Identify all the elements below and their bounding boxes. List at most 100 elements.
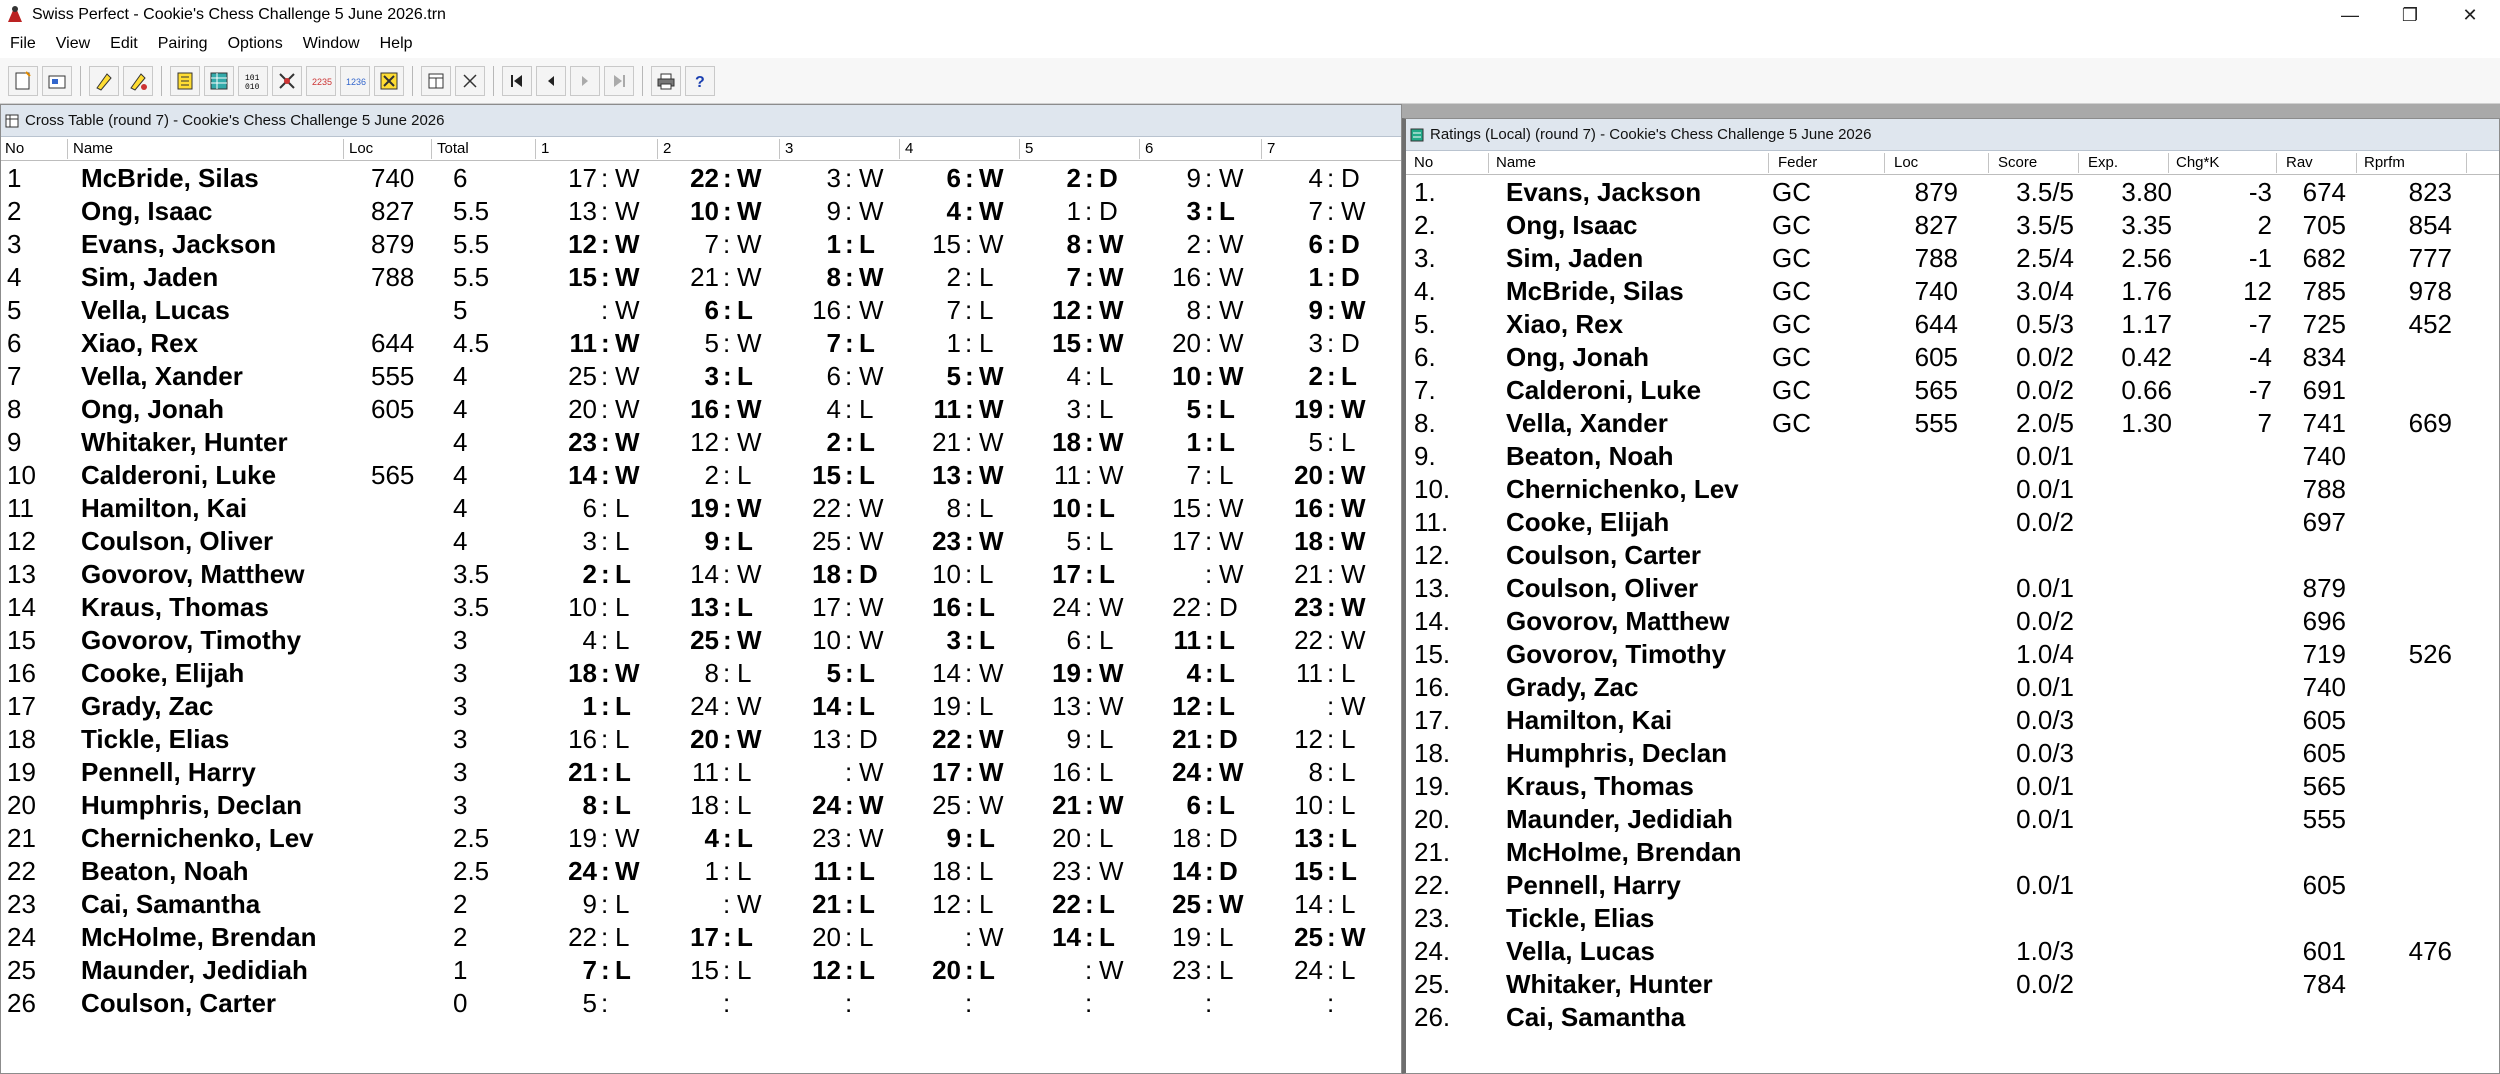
table-row[interactable]: 10 Calderoni, Luke 565 4 14: W 2: L 15: L 13: W 11: W… [1,458,1401,491]
table-row[interactable]: 14. Govorov, Matthew 0.0/2 696 [1406,604,2499,637]
column-header[interactable]: 3 [785,140,793,157]
ratings-window[interactable]: Ratings (Local) (round 7) - Cookie's Che… [1402,118,2500,1074]
column-header[interactable]: 6 [1145,140,1153,157]
table-row[interactable]: 6 Xiao, Rex 644 4.5 11: W 5: W 7: L 1: L 15: W 20: W 3: D [1,326,1401,359]
column-divider[interactable] [1884,153,1885,173]
lock-icon[interactable]: 1236 [340,65,370,96]
table-row[interactable]: 7. Calderoni, Luke GC 565 0.0/2 0.66 -7 691 [1406,373,2499,406]
column-header[interactable]: No [1414,154,1433,171]
cross-table-window[interactable]: Cross Table (round 7) - Cookie's Chess C… [0,104,1402,1074]
column-divider[interactable] [657,139,658,159]
maximize-button[interactable]: ❐ [2380,0,2440,30]
table-row[interactable]: 10. Chernichenko, Lev 0.0/1 788 [1406,472,2499,505]
menu-pairing[interactable]: Pairing [148,35,218,53]
last-round-icon[interactable] [604,65,634,96]
column-header[interactable]: 5 [1025,140,1033,157]
column-divider[interactable] [2356,153,2357,173]
help-icon[interactable]: ? [685,65,715,96]
first-round-icon[interactable] [502,65,532,96]
table-row[interactable]: 3 Evans, Jackson 879 5.5 12: W 7: W 1: L 15: W 8: W 2:… [1,227,1401,260]
column-divider[interactable] [535,139,536,159]
table-row[interactable]: 8. Vella, Xander GC 555 2.0/5 1.30 7 741 669 [1406,406,2499,439]
cross-table-icon[interactable] [204,65,234,96]
column-divider[interactable] [2078,153,2079,173]
table-row[interactable]: 14 Kraus, Thomas 3.5 10: L 13: L 17: W 16: L 24: W 22… [1,590,1401,623]
table-row[interactable]: 22. Pennell, Harry 0.0/1 605 [1406,868,2499,901]
column-header[interactable]: Chg*K [2176,154,2219,171]
table-row[interactable]: 11. Cooke, Elijah 0.0/2 697 [1406,505,2499,538]
table-row[interactable]: 15 Govorov, Timothy 3 4: L 25: W 10: W 3: L 6: L 11: L… [1,623,1401,656]
close-button[interactable]: ✕ [2440,0,2500,30]
next-round-icon[interactable] [570,65,600,96]
table-row[interactable]: 17. Hamilton, Kai 0.0/3 605 [1406,703,2499,736]
table-row[interactable]: 26. Cai, Samantha [1406,1000,2499,1033]
table-row[interactable]: 2. Ong, Isaac GC 827 3.5/5 3.35 2 705 854 [1406,208,2499,241]
column-divider[interactable] [1768,153,1769,173]
table-row[interactable]: 1 McBride, Silas 740 6 17: W 22: W 3: W 6: W 2: D 9: W 4… [1,161,1401,194]
scores-icon[interactable] [272,65,302,96]
column-header[interactable]: Rav [2286,154,2313,171]
table-row[interactable]: 4 Sim, Jaden 788 5.5 15: W 21: W 8: W 2: L 7: W 16: W 1:… [1,260,1401,293]
column-divider[interactable] [2466,153,2467,173]
table-row[interactable]: 26 Coulson, Carter 0 5::::::: [1,986,1401,1019]
table-row[interactable]: 12. Coulson, Carter [1406,538,2499,571]
column-header[interactable]: Loc [1894,154,1918,171]
table-row[interactable]: 18. Humphris, Declan 0.0/3 605 [1406,736,2499,769]
table-row[interactable]: 23. Tickle, Elias [1406,901,2499,934]
standings-icon[interactable] [421,65,451,96]
table-row[interactable]: 15. Govorov, Timothy 1.0/4 719 526 [1406,637,2499,670]
column-divider[interactable] [2276,153,2277,173]
column-divider[interactable] [343,139,344,159]
column-divider[interactable] [2168,153,2169,173]
table-row[interactable]: 13 Govorov, Matthew 3.5 2: L 14: W 18: D 10: L 17: L… [1,557,1401,590]
menu-help[interactable]: Help [370,35,423,53]
prev-round-icon[interactable] [536,65,566,96]
menu-view[interactable]: View [46,35,100,53]
menu-window[interactable]: Window [293,35,370,53]
table-row[interactable]: 21 Chernichenko, Lev 2.5 19: W 4: L 23: W 9: L 20: L… [1,821,1401,854]
table-row[interactable]: 8 Ong, Jonah 605 4 20: W 16: W 4: L 11: W 3: L 5: L 19: W [1,392,1401,425]
column-divider[interactable] [431,139,432,159]
column-header[interactable]: Feder [1778,154,1817,171]
print-icon[interactable] [651,65,681,96]
column-divider[interactable] [899,139,900,159]
table-icon[interactable] [374,65,404,96]
column-header[interactable]: 7 [1267,140,1275,157]
table-row[interactable]: 4. McBride, Silas GC 740 3.0/4 1.76 12 785 978 [1406,274,2499,307]
table-row[interactable]: 17 Grady, Zac 3 1: L 24: W 14: L 19: L 13: W 12: L: W [1,689,1401,722]
column-header[interactable]: 1 [541,140,549,157]
table-row[interactable]: 22 Beaton, Noah 2.5 24: W 1: L 11: L 18: L 23: W 14: D… [1,854,1401,887]
table-row[interactable]: 2 Ong, Isaac 827 5.5 13: W 10: W 9: W 4: W 1: D 3: L 7: W [1,194,1401,227]
table-row[interactable]: 6. Ong, Jonah GC 605 0.0/2 0.42 -4 834 [1406,340,2499,373]
table-row[interactable]: 20. Maunder, Jedidiah 0.0/1 555 [1406,802,2499,835]
table-row[interactable]: 23 Cai, Samantha 2 9: L: W 21: L 12: L 22: L 25: W 14:… [1,887,1401,920]
column-header[interactable]: Exp. [2088,154,2118,171]
table-row[interactable]: 24. Vella, Lucas 1.0/3 601 476 [1406,934,2499,967]
table-row[interactable]: 19 Pennell, Harry 3 21: L 11: L: W 17: W 16: L 24: W 8… [1,755,1401,788]
cut-icon[interactable] [455,65,485,96]
players-icon[interactable] [170,65,200,96]
column-divider[interactable] [1261,139,1262,159]
table-row[interactable]: 7 Vella, Xander 555 4 25: W 3: L 6: W 5: W 4: L 10: W 2:… [1,359,1401,392]
edit-player-icon[interactable] [89,65,119,96]
column-divider[interactable] [1139,139,1140,159]
ratings-icon[interactable]: 2235 [306,65,336,96]
column-header[interactable]: No [5,140,24,157]
edit-results-icon[interactable] [123,65,153,96]
table-row[interactable]: 25 Maunder, Jedidiah 1 7: L 15: L 12: L 20: L: W 23:… [1,953,1401,986]
table-row[interactable]: 3. Sim, Jaden GC 788 2.5/4 2.56 -1 682 777 [1406,241,2499,274]
menu-file[interactable]: File [0,35,46,53]
table-row[interactable]: 25. Whitaker, Hunter 0.0/2 784 [1406,967,2499,1000]
column-header[interactable]: 2 [663,140,671,157]
table-row[interactable]: 5 Vella, Lucas 5: W 6: L 16: W 7: L 12: W 8: W 9: W [1,293,1401,326]
table-row[interactable]: 9. Beaton, Noah 0.0/1 740 [1406,439,2499,472]
minimize-button[interactable]: — [2320,0,2380,30]
column-divider[interactable] [1019,139,1020,159]
column-header[interactable]: Total [437,140,469,157]
column-divider[interactable] [1488,153,1489,173]
table-row[interactable]: 5. Xiao, Rex GC 644 0.5/3 1.17 -7 725 452 [1406,307,2499,340]
column-header[interactable]: 4 [905,140,913,157]
table-row[interactable]: 18 Tickle, Elias 3 16: L 20: W 13: D 22: W 9: L 21: D 1… [1,722,1401,755]
column-divider[interactable] [67,139,68,159]
column-header[interactable]: Rprfm [2364,154,2405,171]
